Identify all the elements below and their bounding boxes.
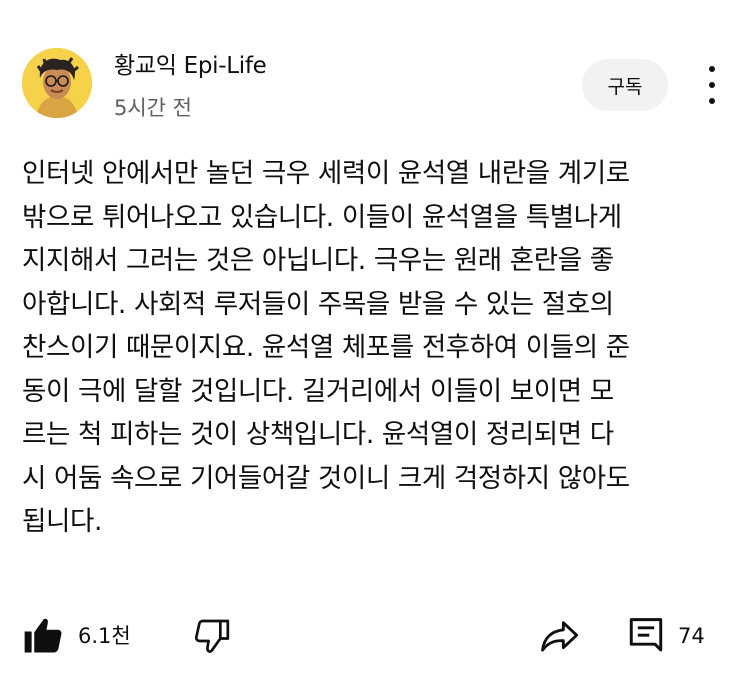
like-count: 6.1천 [78,624,131,648]
comment-icon [629,618,663,652]
more-dot [709,98,715,104]
more-dot [709,82,715,88]
share-arrow-icon [541,621,579,652]
dislike-button[interactable] [192,616,232,656]
comment-line: 인터넷 안에서만 놀던 극우 세력이 윤석열 내란을 계기로 [22,158,630,189]
avatar[interactable] [22,48,92,118]
comment-line: 르는 척 피하는 것이 상책입니다. 윤석열이 정리되면 다 [22,419,614,450]
author-name[interactable]: 황교익 Epi-Life [114,46,267,80]
like-button[interactable]: 6.1천 [22,614,131,656]
avatar-image [22,48,92,118]
reply-button[interactable]: 74 [628,616,705,656]
comment-line: 됩니다. [22,506,102,537]
action-bar: 6.1천 74 [0,608,743,668]
comment-line: 지지해서 그러는 것은 아닙니다. 극우는 원래 혼란을 좋 [22,245,614,276]
comment-body: 인터넷 안에서만 놀던 극우 세력이 윤석열 내란을 계기로 밖으로 튀어나오고… [22,152,722,544]
comment-line: 아합니다. 사회적 루저들이 주목을 받을 수 있는 절호의 [22,288,614,320]
comment-header: 황교익 Epi-Life [114,46,267,80]
comment-line: 찬스이기 때문이지요. 윤석열 체포를 전후하여 이들의 준 [22,332,630,363]
more-vertical-icon[interactable] [698,66,726,104]
thumbs-down-outline-icon [194,619,230,653]
thumbs-up-filled-icon [24,618,62,653]
comment-line: 밖으로 튀어나오고 있습니다. 이들이 윤석열을 특별나게 [22,201,622,233]
comment-time: 5시간 전 [114,96,192,120]
share-button[interactable] [538,616,582,656]
comment-line: 동이 극에 달할 것입니다. 길거리에서 이들이 보이면 모 [22,375,614,407]
comment-line: 시 어둠 속으로 기어들어갈 것이니 크게 걱정하지 않아도 [22,462,630,494]
reply-count: 74 [678,624,705,648]
subscribe-button[interactable]: 구독 [582,59,668,111]
more-dot [709,66,715,72]
